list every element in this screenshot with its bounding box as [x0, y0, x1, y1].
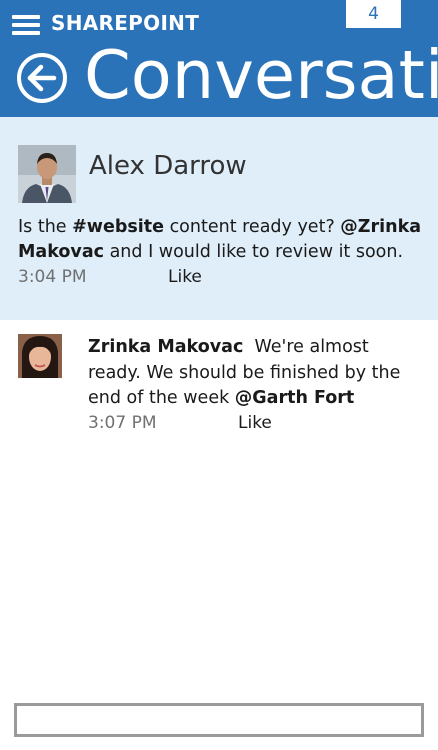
like-button[interactable]: Like [238, 413, 272, 433]
post-text-segment: Is the [18, 217, 73, 237]
app-header: SHAREPOINT 4 Conversations [0, 0, 438, 117]
page-title: Conversations [84, 36, 438, 114]
back-arrow-icon [17, 53, 67, 103]
conversation-post: Alex Darrow Is the #website content read… [0, 117, 438, 320]
avatar[interactable] [18, 334, 62, 378]
notification-badge[interactable]: 4 [346, 0, 401, 28]
reply-timestamp: 3:07 PM [88, 413, 157, 433]
reply-input[interactable] [14, 703, 424, 737]
avatar[interactable] [18, 145, 76, 203]
post-text-segment: and I would like to review it soon. [104, 242, 404, 262]
post-message: Is the #website content ready yet? @Zrin… [18, 215, 423, 265]
mention-link[interactable]: @Garth Fort [235, 388, 354, 408]
hamburger-menu-icon[interactable] [12, 15, 40, 35]
person-avatar-icon [18, 334, 62, 378]
back-button[interactable] [16, 52, 68, 104]
post-timestamp: 3:04 PM [18, 267, 87, 287]
hashtag-link[interactable]: #website [72, 217, 164, 237]
reply-author-name[interactable]: Zrinka Makovac [88, 337, 243, 357]
person-avatar-icon [18, 145, 76, 203]
post-text-segment: content ready yet? [164, 217, 341, 237]
post-author-name[interactable]: Alex Darrow [89, 151, 247, 181]
app-title: SHAREPOINT [51, 11, 200, 35]
reply-message: Zrinka Makovac We're almost ready. We sh… [88, 335, 418, 412]
like-button[interactable]: Like [168, 267, 202, 287]
